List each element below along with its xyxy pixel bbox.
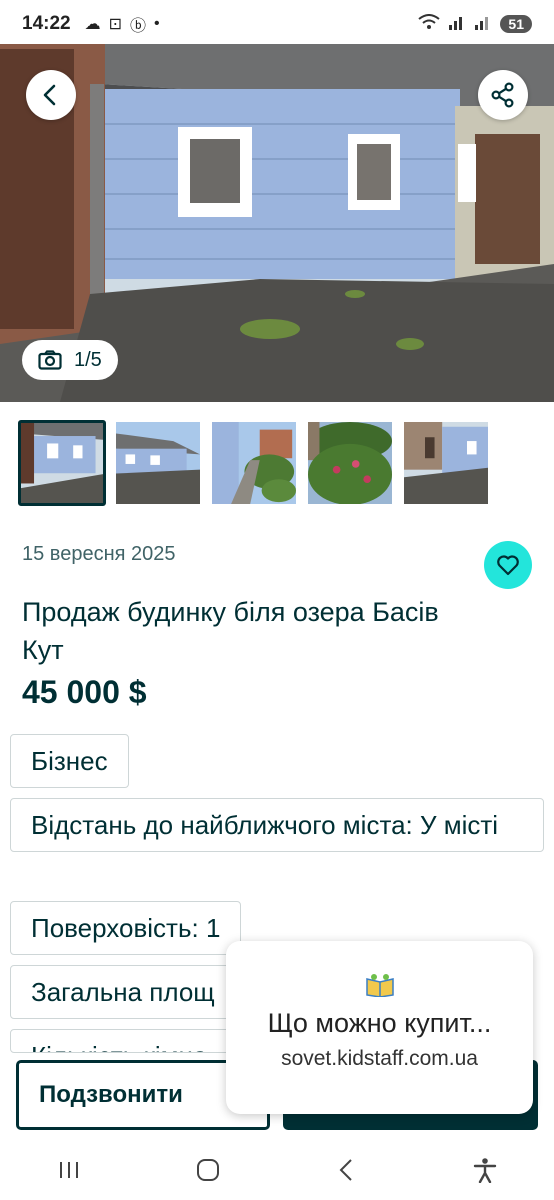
recent-apps-icon [60,1162,79,1178]
dot-icon: • [154,15,160,32]
ad-popup[interactable]: Що можно купит... sovet.kidstaff.com.ua [226,941,533,1114]
param-floors: Поверховість: 1 [10,901,242,955]
recent-apps-button[interactable] [39,1145,99,1195]
system-nav-bar [0,1140,554,1200]
ad-url: sovet.kidstaff.com.ua [281,1047,478,1070]
notification-icon: ⓑ [130,18,147,35]
screenshot-icon: ⊡ [108,16,123,33]
home-button[interactable] [178,1145,238,1195]
heart-icon [497,555,519,576]
status-bar: 14:22 ☁ ⊡ ⓑ • 51 [0,0,554,48]
cloud-icon: ☁ [84,16,101,33]
status-time: 14:22 [22,13,71,34]
favorite-button[interactable] [484,541,532,589]
status-right: 51 [418,14,532,34]
thumbnail-strip [18,420,490,506]
battery-indicator: 51 [500,15,532,33]
thumbnail-1-image [21,423,103,503]
back-button[interactable] [26,70,76,120]
book-icon [365,973,395,1002]
param-business: Бізнес [10,734,129,788]
system-back-button[interactable] [316,1145,376,1195]
share-icon [491,82,514,108]
listing-price: 45 000 $ [22,674,147,710]
ad-title: Що можно купит... [267,1008,492,1038]
signal-icon-2 [474,14,492,34]
thumbnail-2-image [116,422,200,504]
thumbnail-5-image [404,422,488,504]
signal-icon [448,14,466,34]
status-icons: ☁ ⊡ ⓑ • [85,12,160,36]
listing-date: 15 вересня 2025 [22,543,176,565]
photo-counter-text: 1/5 [74,348,102,371]
chevron-left-icon [43,84,56,106]
thumbnail-1[interactable] [18,420,106,506]
share-button[interactable] [478,70,528,120]
thumbnail-4-image [308,422,392,504]
accessibility-button[interactable] [455,1145,515,1195]
param-distance: Відстань до найближчого міста: У місті [10,798,544,852]
wifi-icon [418,14,441,34]
camera-icon [38,350,62,370]
listing-title: Продаж будинку біля озера Басів Кут [22,597,439,665]
thumbnail-2[interactable] [114,420,202,506]
thumbnail-4[interactable] [306,420,394,506]
back-arrow-icon [339,1159,352,1181]
thumbnail-3-image [212,422,296,504]
thumbnail-5[interactable] [402,420,490,506]
home-icon [196,1159,219,1181]
accessibility-icon [473,1158,496,1183]
main-photo[interactable]: 1/5 [0,44,554,402]
thumbnail-3[interactable] [210,420,298,506]
photo-counter: 1/5 [22,340,118,380]
